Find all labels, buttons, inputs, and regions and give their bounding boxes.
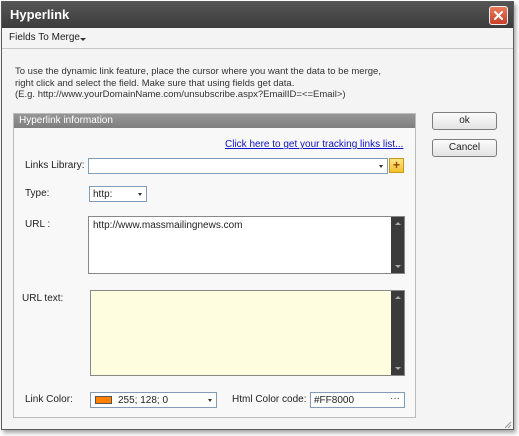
scroll-up-icon bbox=[395, 296, 401, 299]
chevron-down-icon bbox=[208, 399, 212, 402]
url-input[interactable]: http://www.massmailingnews.com bbox=[88, 216, 405, 274]
scroll-up-icon bbox=[395, 222, 401, 225]
instruction-line: (E.g. http://www.yourDomainName.com/unsu… bbox=[15, 89, 346, 100]
panel-title: Hyperlink information bbox=[19, 115, 113, 126]
instruction-line: right click and select the field. Make s… bbox=[15, 77, 295, 89]
panel-header: Hyperlink information bbox=[14, 114, 415, 128]
chevron-down-icon bbox=[138, 193, 142, 196]
url-text-input[interactable] bbox=[90, 290, 405, 376]
instruction-line: To use the dynamic link feature, place t… bbox=[15, 66, 381, 77]
type-label: Type: bbox=[25, 188, 50, 199]
url-text-label: URL text: bbox=[22, 293, 64, 304]
plus-icon: + bbox=[392, 158, 400, 172]
chevron-down-icon bbox=[80, 38, 86, 41]
html-color-code-value: #FF8000 bbox=[314, 395, 355, 406]
title-bar[interactable]: Hyperlink bbox=[2, 2, 513, 28]
close-button[interactable] bbox=[489, 6, 508, 25]
add-link-button[interactable]: + bbox=[389, 158, 404, 173]
resize-grip-icon[interactable] bbox=[502, 419, 512, 429]
close-icon bbox=[494, 11, 503, 20]
links-library-dropdown[interactable] bbox=[88, 158, 388, 174]
link-color-dropdown[interactable]: 255; 128; 0 bbox=[90, 392, 217, 408]
url-value: http://www.massmailingnews.com bbox=[93, 220, 243, 231]
hyperlink-information-panel: Hyperlink information Click here to get … bbox=[13, 113, 416, 418]
url-scrollbar[interactable] bbox=[391, 217, 404, 273]
cancel-button[interactable]: Cancel bbox=[432, 139, 497, 157]
instructions-text: To use the dynamic link feature, place t… bbox=[15, 66, 415, 101]
scroll-down-icon bbox=[395, 265, 401, 268]
link-color-value: 255; 128; 0 bbox=[118, 395, 169, 406]
window-title: Hyperlink bbox=[10, 7, 70, 22]
url-text-scrollbar[interactable] bbox=[391, 291, 404, 375]
link-color-label: Link Color: bbox=[25, 394, 73, 405]
menu-bar: Fields To Merge bbox=[2, 28, 513, 49]
type-dropdown[interactable]: http: bbox=[89, 186, 147, 202]
chevron-down-icon bbox=[379, 165, 383, 168]
scroll-down-icon bbox=[395, 367, 401, 370]
type-value: http: bbox=[93, 189, 113, 200]
ok-button[interactable]: ok bbox=[432, 112, 497, 130]
ellipsis-icon[interactable]: ··· bbox=[390, 393, 400, 404]
color-swatch bbox=[95, 396, 112, 404]
html-color-code-input[interactable]: #FF8000 ··· bbox=[310, 392, 405, 408]
url-label: URL : bbox=[25, 219, 51, 230]
tracking-links-link[interactable]: Click here to get your tracking links li… bbox=[225, 139, 403, 150]
links-library-label: Links Library: bbox=[25, 160, 85, 171]
html-color-code-label: Html Color code: bbox=[232, 394, 307, 405]
fields-to-merge-menu[interactable]: Fields To Merge bbox=[9, 32, 80, 43]
hyperlink-dialog: Hyperlink Fields To Merge To use the dyn… bbox=[1, 1, 514, 430]
